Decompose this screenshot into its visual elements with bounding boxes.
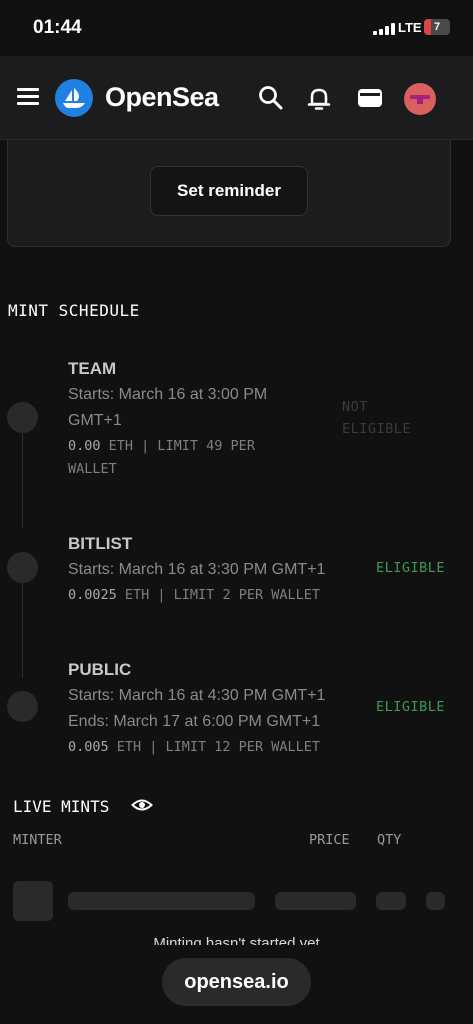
skeleton-avatar: [13, 881, 53, 921]
column-header-qty: QTY: [377, 832, 402, 848]
eligibility-badge: ELIGIBLE: [376, 699, 446, 715]
timeline-connector: [22, 432, 23, 528]
phase-end: Ends: March 17 at 6:00 PM GMT+1: [68, 713, 321, 730]
skeleton-extra: [426, 892, 445, 910]
mint-schedule-title: MINT SCHEDULE: [8, 301, 140, 320]
timeline-connector: [22, 583, 23, 678]
set-reminder-button[interactable]: Set reminder: [150, 166, 308, 216]
eligibility-badge: ELIGIBLE: [376, 560, 446, 576]
signal-icon: [373, 23, 395, 35]
phase-limit: ETH | LIMIT 49 PER: [100, 438, 255, 454]
phase-limit: ETH | LIMIT 2 PER WALLET: [116, 587, 320, 603]
eligibility-text: NOT: [342, 399, 368, 415]
phase-start: Starts: March 16 at 4:30 PM GMT+1: [68, 687, 326, 704]
phase-dot: [7, 552, 38, 583]
top-navbar: OpenSea: [0, 56, 473, 140]
phase-details: 0.00 ETH | LIMIT 49 PER: [68, 438, 255, 454]
url-bar[interactable]: opensea.io: [162, 958, 311, 1006]
column-header-price: PRICE: [309, 832, 350, 848]
bell-icon[interactable]: [305, 84, 333, 112]
phase-price: 0.005: [68, 739, 109, 755]
eye-icon[interactable]: [131, 796, 153, 814]
phase-name: TEAM: [68, 359, 117, 378]
empty-message: Minting hasn't started yet: [153, 935, 320, 945]
phase-dot: [7, 402, 38, 433]
skeleton-minter: [68, 892, 255, 910]
battery-level: 7: [433, 21, 441, 33]
eligibility-text: ELIGIBLE: [342, 421, 412, 437]
menu-icon[interactable]: [17, 88, 39, 106]
brand-name[interactable]: OpenSea: [105, 82, 219, 113]
phase-details: 0.0025 ETH | LIMIT 2 PER WALLET: [68, 587, 320, 603]
phase-limit: ETH | LIMIT 12 PER WALLET: [108, 739, 320, 755]
skeleton-price: [275, 892, 356, 910]
wallet-icon[interactable]: [356, 84, 384, 112]
phase-price: 0.00: [68, 438, 101, 454]
network-label: LTE: [398, 20, 422, 35]
column-header-minter: MINTER: [13, 832, 62, 848]
search-icon[interactable]: [257, 84, 285, 112]
phase-start: Starts: March 16 at 3:30 PM GMT+1: [68, 561, 326, 578]
opensea-logo-icon[interactable]: [55, 79, 93, 117]
battery-icon: 7: [424, 19, 450, 35]
phase-details: WALLET: [68, 461, 117, 477]
reminder-card: Set reminder: [7, 140, 451, 247]
status-bar: 01:44 LTE 7: [0, 0, 473, 56]
phase-name: BITLIST: [68, 534, 133, 553]
phase-dot: [7, 691, 38, 722]
phase-start: Starts: March 16 at 3:00 PM: [68, 386, 268, 403]
phase-start: GMT+1: [68, 412, 122, 429]
phase-price: 0.0025: [68, 587, 117, 603]
avatar[interactable]: [404, 83, 436, 115]
status-time: 01:44: [33, 17, 82, 38]
phase-details: 0.005 ETH | LIMIT 12 PER WALLET: [68, 739, 320, 755]
live-mints-title: LIVE MINTS: [13, 797, 110, 816]
phase-name: PUBLIC: [68, 660, 132, 679]
skeleton-qty: [376, 892, 406, 910]
eligibility-badge: NOT ELIGIBLE: [342, 396, 442, 440]
browser-bottom-bar: opensea.io: [0, 946, 473, 1024]
